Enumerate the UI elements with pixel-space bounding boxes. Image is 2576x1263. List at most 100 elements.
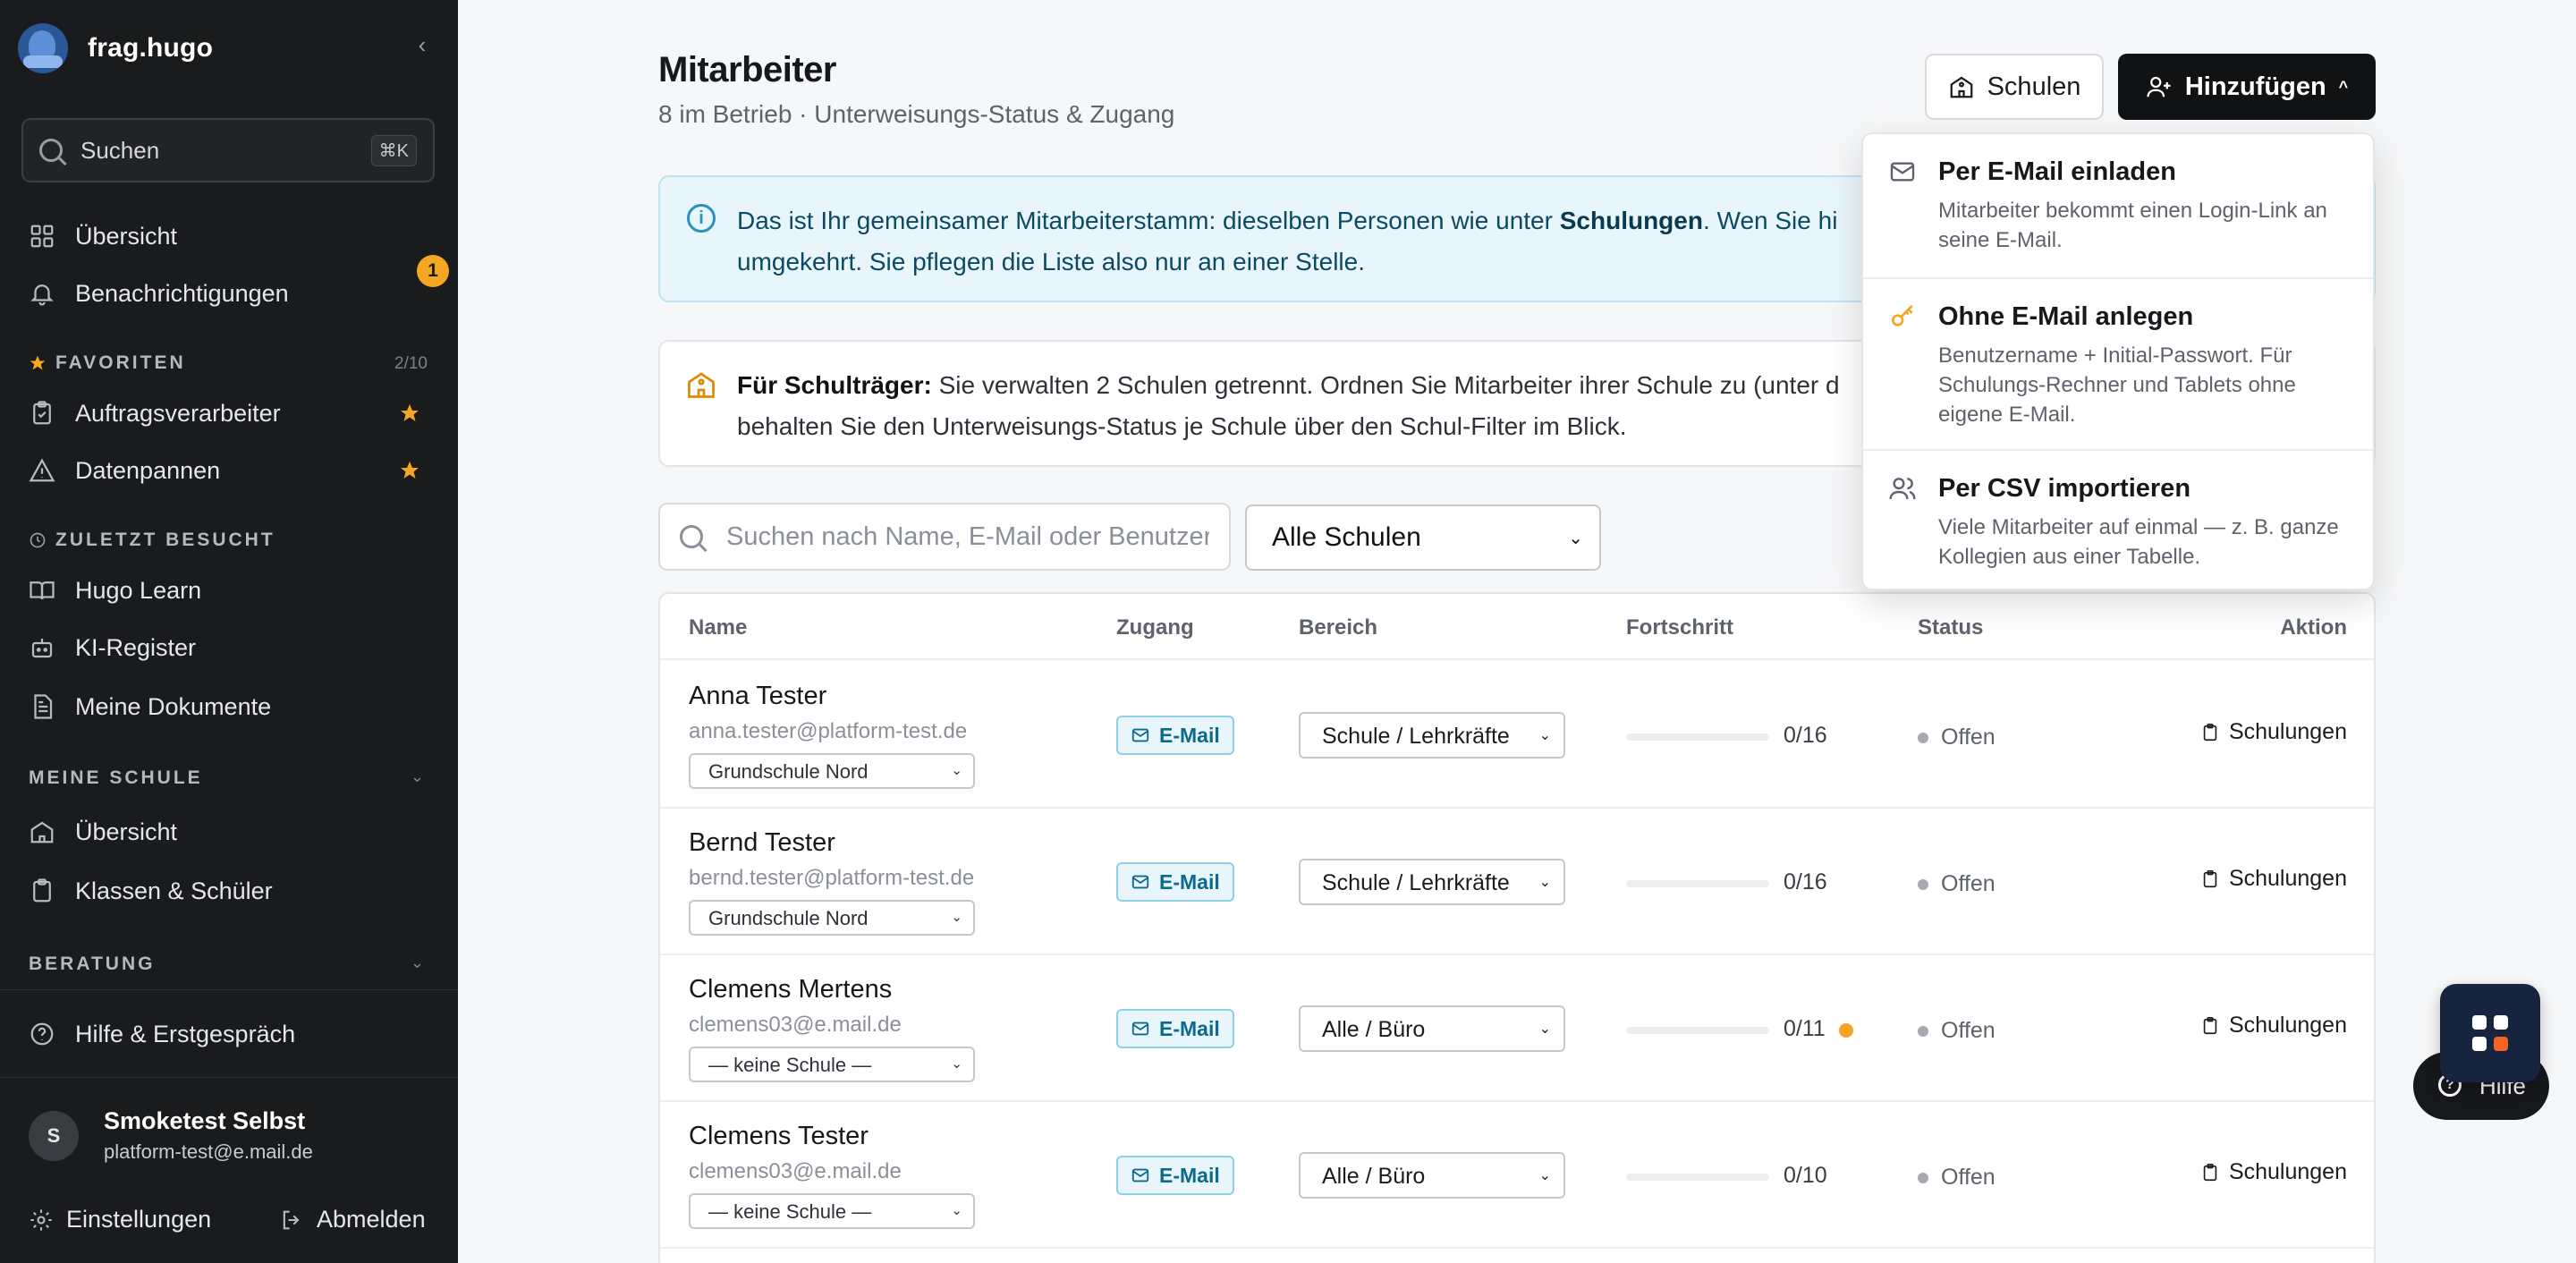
sidebar-item-ai-register[interactable]: KI-Register: [29, 630, 196, 665]
clipboard-icon: [29, 400, 55, 427]
sidebar-item-label: Hugo Learn: [75, 576, 202, 604]
schools-button[interactable]: Schulen: [1925, 54, 2104, 120]
clipboard-icon: [2203, 723, 2217, 741]
access-badge: E-Mail: [1116, 716, 1234, 755]
employee-area-select[interactable]: Schule / Lehrkräfte ⌄: [1299, 859, 1565, 905]
trainings-action-button[interactable]: Schulungen: [2200, 1013, 2347, 1038]
schulungen-link[interactable]: Schulungen: [1560, 207, 1703, 234]
progress-bar: [1626, 1174, 1769, 1181]
employee-name: Clemens Mertens: [689, 975, 893, 1004]
progress-bar: [1626, 733, 1769, 741]
column-header-status: Status: [1918, 615, 1984, 640]
sidebar-item-label: Auftragsverarbeiter: [75, 399, 281, 427]
logout-button[interactable]: Abmelden: [279, 1206, 426, 1233]
sidebar-item-label: Klassen & Schüler: [75, 877, 273, 904]
menu-item-create-without-email[interactable]: Ohne E-Mail anlegen Benutzername + Initi…: [1863, 279, 2373, 449]
clipboard-icon: [2203, 869, 2217, 887]
sidebar-item-data-breaches[interactable]: Datenpannen: [29, 453, 220, 488]
sidebar-item-hugo-learn[interactable]: Hugo Learn: [29, 572, 201, 608]
employee-school-select[interactable]: — keine Schule — ⌄: [689, 1047, 975, 1082]
employee-area-select[interactable]: Alle / Büro ⌄: [1299, 1152, 1565, 1199]
chevron-down-icon: ⌄: [951, 1203, 962, 1218]
chevron-down-icon[interactable]: ⌄: [411, 767, 424, 786]
consulting-section-label[interactable]: BERATUNG: [29, 954, 155, 975]
notification-count-badge: 1: [417, 255, 449, 287]
sidebar-item-label: Übersicht: [75, 818, 178, 845]
column-header-name: Name: [689, 615, 748, 640]
logout-icon: [283, 1210, 300, 1229]
chevron-down-icon: ⌄: [951, 910, 962, 925]
chevron-down-icon: ⌄: [1538, 1168, 1551, 1183]
shortcut-badge: ⌘K: [370, 134, 417, 166]
key-icon: [1892, 305, 1913, 326]
chevron-down-icon: ⌄: [1538, 1021, 1551, 1037]
trainings-action-button[interactable]: Schulungen: [2200, 1159, 2347, 1185]
favorite-star-icon[interactable]: [399, 403, 420, 424]
apps-launcher-button[interactable]: [2440, 984, 2540, 1082]
sidebar: frag.hugo ‹ Suchen ⌘K Übersicht Benachri…: [0, 0, 458, 1263]
employee-email: bernd.tester@platform-test.de: [689, 866, 975, 890]
school-icon: [29, 818, 55, 845]
collapse-sidebar-icon[interactable]: ‹: [411, 33, 433, 56]
user-card[interactable]: S Smoketest Selbst platform-test@e.mail.…: [29, 1107, 313, 1164]
employee-email: clemens03@e.mail.de: [689, 1159, 902, 1183]
employee-search-field[interactable]: [658, 503, 1231, 571]
access-badge: E-Mail: [1116, 1156, 1234, 1195]
table-row: Clemens Tester clemens03@e.mail.de — kei…: [660, 1102, 2374, 1249]
mail-icon: [1890, 162, 1915, 182]
add-dropdown-menu: Per E-Mail einladen Mitarbeiter bekommt …: [1861, 132, 2375, 590]
favorite-star-icon[interactable]: [399, 460, 420, 481]
column-header-progress: Fortschritt: [1626, 615, 1733, 640]
employee-area-select[interactable]: Schule / Lehrkräfte ⌄: [1299, 712, 1565, 759]
chevron-down-icon: ⌄: [951, 1056, 962, 1072]
column-header-action: Aktion: [2280, 615, 2347, 640]
chevron-down-icon[interactable]: ⌄: [411, 954, 424, 972]
sidebar-item-school-overview[interactable]: Übersicht: [29, 814, 177, 850]
access-badge: E-Mail: [1116, 862, 1234, 902]
mail-icon: [1131, 1021, 1149, 1036]
employee-area-select[interactable]: Alle / Büro ⌄: [1299, 1005, 1565, 1052]
employee-school-select[interactable]: Grundschule Nord ⌄: [689, 753, 975, 789]
employee-school-select[interactable]: Grundschule Nord ⌄: [689, 900, 975, 936]
main-content: Mitarbeiter 8 im Betrieb · Unterweisungs…: [458, 0, 2576, 1263]
progress-bar: [1626, 1027, 1769, 1034]
sidebar-search[interactable]: Suchen ⌘K: [21, 118, 435, 182]
menu-item-invite-email[interactable]: Per E-Mail einladen Mitarbeiter bekommt …: [1863, 134, 2373, 277]
mail-icon: [1131, 728, 1149, 742]
divider: [0, 1077, 458, 1078]
sidebar-item-notifications[interactable]: Benachrichtigungen: [29, 275, 289, 311]
chevron-down-icon: ⌄: [1538, 875, 1551, 890]
brand-name: frag.hugo: [88, 33, 214, 63]
page-subtitle: 8 im Betrieb · Unterweisungs-Status & Zu…: [658, 100, 1175, 128]
users-icon: [1889, 478, 1916, 500]
recent-section-label: ZULETZT BESUCHT: [29, 530, 275, 551]
trainings-action-button[interactable]: Schulungen: [2200, 866, 2347, 892]
sidebar-item-processors[interactable]: Auftragsverarbeiter: [29, 395, 281, 431]
chevron-down-icon: ⌄: [1568, 528, 1583, 548]
sidebar-item-label: Datenpannen: [75, 456, 221, 484]
sidebar-item-label: Benachrichtigungen: [75, 279, 289, 307]
search-icon: [680, 525, 703, 548]
table-row: Bernd Tester bernd.tester@platform-test.…: [660, 809, 2374, 955]
status-badge: Offen: [1918, 871, 1996, 897]
clipboard-icon: [2203, 1016, 2217, 1034]
sidebar-item-help[interactable]: Hilfe & Erstgespräch: [29, 1016, 295, 1052]
progress-text: 0/11: [1784, 1016, 1826, 1041]
menu-item-import-csv[interactable]: Per CSV importieren Viele Mitarbeiter au…: [1863, 451, 2373, 589]
progress-text: 0/16: [1784, 869, 1827, 894]
employee-school-select[interactable]: — keine Schule — ⌄: [689, 1193, 975, 1229]
add-button[interactable]: Hinzufügen ^: [2118, 54, 2376, 120]
school-filter-select[interactable]: Alle Schulen ⌄: [1245, 504, 1601, 571]
my-school-section-label[interactable]: MEINE SCHULE: [29, 767, 203, 789]
column-header-area: Bereich: [1299, 615, 1378, 640]
employees-table: Name Zugang Bereich Fortschritt Status A…: [658, 592, 2376, 1263]
clipboard-icon: [2203, 1163, 2217, 1181]
warning-dot: [1839, 1023, 1853, 1038]
settings-button[interactable]: Einstellungen: [29, 1206, 211, 1233]
employee-search-input[interactable]: [726, 521, 1209, 552]
trainings-action-button[interactable]: Schulungen: [2200, 719, 2347, 745]
sidebar-item-overview[interactable]: Übersicht: [29, 218, 177, 254]
sidebar-item-my-documents[interactable]: Meine Dokumente: [29, 689, 271, 725]
brand[interactable]: frag.hugo: [18, 23, 213, 73]
sidebar-item-classes-students[interactable]: Klassen & Schüler: [29, 873, 273, 909]
